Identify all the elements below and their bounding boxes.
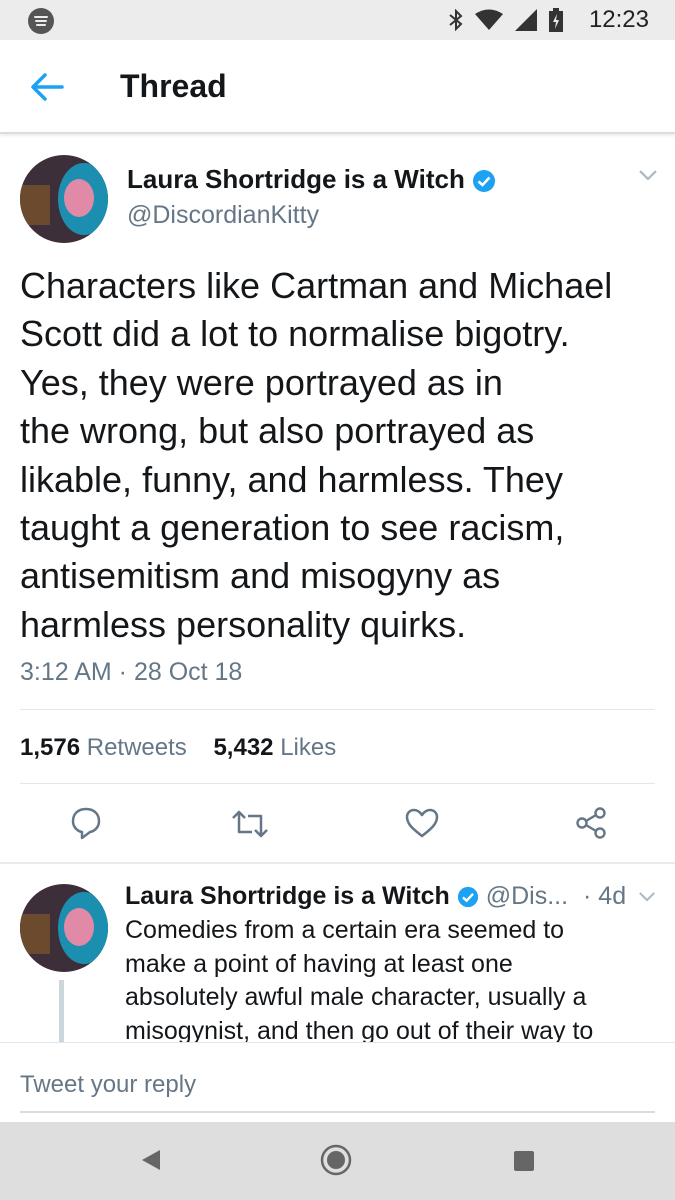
like-icon[interactable]: [405, 808, 439, 838]
retweet-icon[interactable]: [230, 810, 270, 838]
reply-input[interactable]: Tweet your reply: [20, 1071, 196, 1099]
page-title: Thread: [120, 68, 227, 104]
reply-author-name[interactable]: Laura Shortridge is a Witch: [125, 882, 450, 910]
avatar[interactable]: [20, 884, 108, 972]
nav-bar: [0, 1122, 675, 1200]
reply-text: Comedies from a certain era seemed to ma…: [125, 916, 594, 1045]
reply-composer: Tweet your reply: [0, 1042, 675, 1123]
likes-stat[interactable]: 5,432 Likes: [213, 734, 336, 761]
verified-icon: [473, 170, 496, 193]
tweet-timestamp: 3:12 AM · 28 Oct 18: [20, 658, 243, 686]
avatar[interactable]: [20, 155, 108, 243]
app-bar: Thread: [0, 40, 675, 134]
nav-recents-icon[interactable]: [513, 1150, 535, 1172]
back-arrow-icon: [31, 73, 64, 101]
divider: [20, 783, 655, 784]
reply-header: Laura Shortridge is a Witch @Dis... · 4d: [125, 882, 626, 911]
bluetooth-icon: [449, 9, 463, 31]
author-handle[interactable]: @DiscordianKitty: [127, 201, 319, 230]
verified-icon: [457, 887, 478, 908]
reply-icon[interactable]: [70, 806, 102, 840]
battery-icon: [549, 8, 563, 32]
divider: [20, 709, 655, 710]
wifi-icon: [475, 9, 503, 30]
nav-back-icon[interactable]: [140, 1148, 162, 1172]
tweet-stats: 1,576 Retweets 5,432 Likes: [20, 734, 336, 762]
reply-age: · 4d: [583, 882, 627, 910]
nav-home-icon[interactable]: [320, 1144, 352, 1176]
status-time: 12:23: [588, 6, 649, 33]
signal-icon: [515, 9, 537, 31]
divider: [0, 862, 675, 864]
share-icon[interactable]: [575, 807, 607, 839]
spotify-icon: [28, 8, 54, 34]
reply-author-handle[interactable]: @Dis...: [486, 882, 568, 910]
author-name[interactable]: Laura Shortridge is a Witch: [127, 164, 496, 195]
thread-line: [59, 980, 64, 1042]
reply-input-underline: [20, 1111, 655, 1113]
retweets-stat[interactable]: 1,576 Retweets: [20, 734, 187, 761]
status-bar: 12:23: [0, 0, 675, 40]
back-button[interactable]: [30, 72, 64, 107]
chevron-down-icon[interactable]: [638, 169, 658, 181]
tweet-text: Characters like Cartman and Michael Scot…: [20, 265, 613, 645]
chevron-down-icon[interactable]: [638, 891, 656, 902]
